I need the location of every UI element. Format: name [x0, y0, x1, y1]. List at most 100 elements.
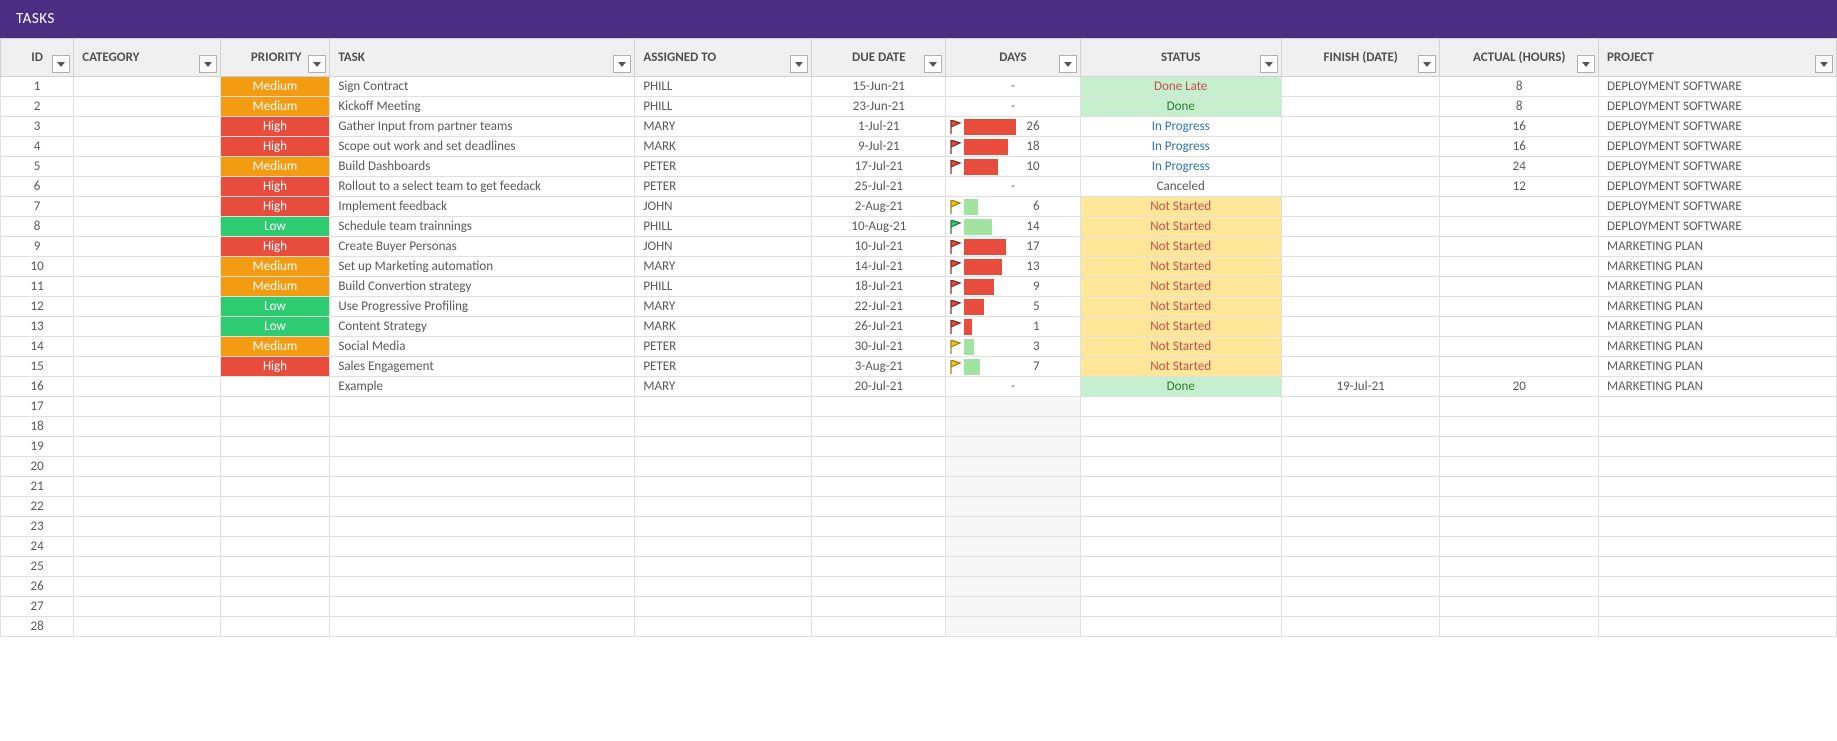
cell-empty[interactable] — [1281, 577, 1440, 597]
cell-assigned[interactable]: PHILL — [635, 77, 812, 97]
cell-finish-date[interactable] — [1281, 317, 1440, 337]
cell-empty[interactable] — [1080, 557, 1281, 577]
cell-empty[interactable] — [1281, 417, 1440, 437]
cell-finish-date[interactable] — [1281, 297, 1440, 317]
cell-finish-date[interactable]: 19-Jul-21 — [1281, 377, 1440, 397]
cell-actual-hours[interactable] — [1440, 337, 1599, 357]
cell-actual-hours[interactable] — [1440, 237, 1599, 257]
cell-empty[interactable] — [1281, 477, 1440, 497]
cell-empty[interactable] — [635, 537, 812, 557]
cell-category[interactable] — [74, 217, 220, 237]
cell-empty[interactable] — [1440, 517, 1599, 537]
cell-finish-date[interactable] — [1281, 217, 1440, 237]
cell-id[interactable]: 2 — [1, 97, 74, 117]
cell-empty[interactable] — [74, 477, 220, 497]
cell-empty[interactable] — [1599, 577, 1837, 597]
cell-empty[interactable] — [1080, 397, 1281, 417]
cell-empty[interactable] — [220, 597, 330, 617]
table-row-empty[interactable]: 19 — [1, 437, 1837, 457]
cell-days[interactable]: 9 — [946, 277, 1080, 297]
cell-empty[interactable] — [1080, 517, 1281, 537]
cell-days[interactable]: 14 — [946, 217, 1080, 237]
cell-project[interactable]: DEPLOYMENT SOFTWARE — [1599, 177, 1837, 197]
cell-project[interactable]: MARKETING PLAN — [1599, 337, 1837, 357]
filter-dropdown-icon[interactable] — [52, 55, 70, 73]
table-row[interactable]: 4HighScope out work and set deadlinesMAR… — [1, 137, 1837, 157]
cell-empty[interactable] — [812, 397, 946, 417]
cell-empty[interactable] — [1599, 537, 1837, 557]
cell-id[interactable]: 25 — [1, 557, 74, 577]
table-row-empty[interactable]: 28 — [1, 617, 1837, 637]
cell-empty[interactable] — [1599, 417, 1837, 437]
cell-id[interactable]: 19 — [1, 437, 74, 457]
cell-status[interactable]: Done Late — [1080, 77, 1281, 97]
cell-priority[interactable]: Medium — [220, 277, 330, 297]
cell-id[interactable]: 8 — [1, 217, 74, 237]
cell-empty[interactable] — [74, 517, 220, 537]
cell-assigned[interactable]: MARY — [635, 257, 812, 277]
cell-category[interactable] — [74, 257, 220, 277]
cell-days[interactable] — [946, 417, 1080, 437]
table-row[interactable]: 10MediumSet up Marketing automationMARY1… — [1, 257, 1837, 277]
cell-empty[interactable] — [1080, 537, 1281, 557]
cell-empty[interactable] — [1440, 537, 1599, 557]
cell-category[interactable] — [74, 117, 220, 137]
cell-days[interactable]: 17 — [946, 237, 1080, 257]
cell-empty[interactable] — [330, 417, 635, 437]
cell-task[interactable]: Sign Contract — [330, 77, 635, 97]
cell-empty[interactable] — [1599, 617, 1837, 637]
col-header-actual[interactable]: ACTUAL (HOURS) — [1440, 39, 1599, 77]
cell-priority[interactable]: Low — [220, 297, 330, 317]
cell-days[interactable] — [946, 477, 1080, 497]
cell-empty[interactable] — [1281, 457, 1440, 477]
cell-actual-hours[interactable] — [1440, 257, 1599, 277]
table-row[interactable]: 2MediumKickoff MeetingPHILL23-Jun-21-Don… — [1, 97, 1837, 117]
cell-due-date[interactable]: 30-Jul-21 — [812, 337, 946, 357]
cell-status[interactable]: In Progress — [1080, 117, 1281, 137]
cell-days[interactable] — [946, 577, 1080, 597]
col-header-priority[interactable]: PRIORITY — [220, 39, 330, 77]
table-row[interactable]: 12LowUse Progressive ProfilingMARY22-Jul… — [1, 297, 1837, 317]
cell-finish-date[interactable] — [1281, 137, 1440, 157]
cell-id[interactable]: 1 — [1, 77, 74, 97]
cell-task[interactable]: Schedule team trainnings — [330, 217, 635, 237]
cell-id[interactable]: 18 — [1, 417, 74, 437]
table-row-empty[interactable]: 24 — [1, 537, 1837, 557]
cell-task[interactable]: Social Media — [330, 337, 635, 357]
cell-finish-date[interactable] — [1281, 157, 1440, 177]
cell-assigned[interactable]: MARY — [635, 297, 812, 317]
cell-empty[interactable] — [1440, 497, 1599, 517]
cell-task[interactable]: Content Strategy — [330, 317, 635, 337]
cell-id[interactable]: 13 — [1, 317, 74, 337]
cell-days[interactable] — [946, 517, 1080, 537]
table-row-empty[interactable]: 18 — [1, 417, 1837, 437]
cell-empty[interactable] — [1440, 477, 1599, 497]
cell-status[interactable]: Done — [1080, 377, 1281, 397]
cell-days[interactable]: - — [946, 377, 1080, 397]
cell-priority[interactable]: Medium — [220, 157, 330, 177]
cell-status[interactable]: Not Started — [1080, 317, 1281, 337]
cell-category[interactable] — [74, 197, 220, 217]
cell-actual-hours[interactable] — [1440, 217, 1599, 237]
cell-empty[interactable] — [220, 397, 330, 417]
cell-empty[interactable] — [812, 557, 946, 577]
cell-category[interactable] — [74, 297, 220, 317]
cell-empty[interactable] — [812, 617, 946, 637]
cell-status[interactable]: Not Started — [1080, 277, 1281, 297]
cell-category[interactable] — [74, 77, 220, 97]
col-header-days[interactable]: DAYS — [946, 39, 1080, 77]
cell-empty[interactable] — [330, 497, 635, 517]
cell-empty[interactable] — [812, 497, 946, 517]
cell-empty[interactable] — [1281, 537, 1440, 557]
cell-empty[interactable] — [1440, 417, 1599, 437]
cell-due-date[interactable]: 9-Jul-21 — [812, 137, 946, 157]
cell-project[interactable]: DEPLOYMENT SOFTWARE — [1599, 117, 1837, 137]
cell-empty[interactable] — [1281, 397, 1440, 417]
cell-empty[interactable] — [74, 557, 220, 577]
cell-empty[interactable] — [1080, 597, 1281, 617]
cell-id[interactable]: 17 — [1, 397, 74, 417]
cell-priority[interactable]: High — [220, 137, 330, 157]
cell-project[interactable]: DEPLOYMENT SOFTWARE — [1599, 157, 1837, 177]
table-row-empty[interactable]: 17 — [1, 397, 1837, 417]
cell-status[interactable]: Not Started — [1080, 337, 1281, 357]
